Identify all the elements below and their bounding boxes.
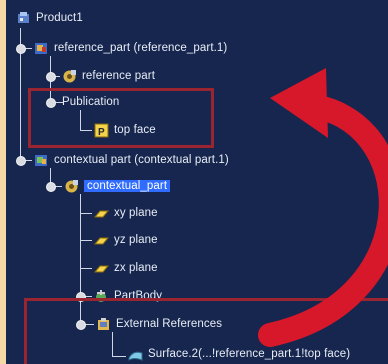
tree-node-zx-plane[interactable]: zx plane [94, 258, 158, 278]
tree-node-product[interactable]: Product1 [16, 8, 83, 28]
plane-icon [94, 261, 109, 276]
expand-toggle[interactable] [46, 182, 56, 192]
part-icon [34, 153, 49, 168]
tree-node-label: reference_part (reference_part.1) [54, 42, 228, 54]
tree-node-contextual-part[interactable]: contextual part (contextual part.1) [34, 150, 229, 170]
expand-toggle[interactable] [46, 72, 56, 82]
part-icon [34, 41, 49, 56]
annotation-box-external-references [24, 298, 388, 364]
annotation-box-publication [28, 88, 214, 148]
plane-icon [94, 233, 109, 248]
tree-node-reference-part[interactable]: reference_part (reference_part.1) [34, 38, 227, 58]
gear-icon [64, 179, 79, 194]
tree-node-label: zx plane [114, 262, 158, 274]
expand-toggle[interactable] [16, 156, 26, 166]
specification-tree: Product1 reference_part (reference_part.… [6, 0, 388, 364]
tree-node-reference-part-body[interactable]: reference part [62, 66, 155, 86]
tree-line [80, 240, 92, 241]
tree-node-yz-plane[interactable]: yz plane [94, 230, 158, 250]
tree-node-contextual-part-body[interactable]: contextual_part [64, 176, 171, 196]
gear-icon [62, 69, 77, 84]
tree-node-label: contextual part (contextual part.1) [54, 154, 229, 166]
tree-node-xy-plane[interactable]: xy plane [94, 203, 158, 223]
expand-toggle[interactable] [16, 44, 26, 54]
tree-node-label: xy plane [114, 207, 158, 219]
tree-node-label: reference part [82, 70, 155, 82]
tree-line [80, 268, 92, 269]
product-icon [16, 11, 31, 26]
tree-node-label: yz plane [114, 234, 158, 246]
tree-line [80, 213, 92, 214]
tree-node-label-selected: contextual_part [84, 180, 171, 192]
plane-icon [94, 206, 109, 221]
tree-node-label: Product1 [36, 12, 83, 24]
